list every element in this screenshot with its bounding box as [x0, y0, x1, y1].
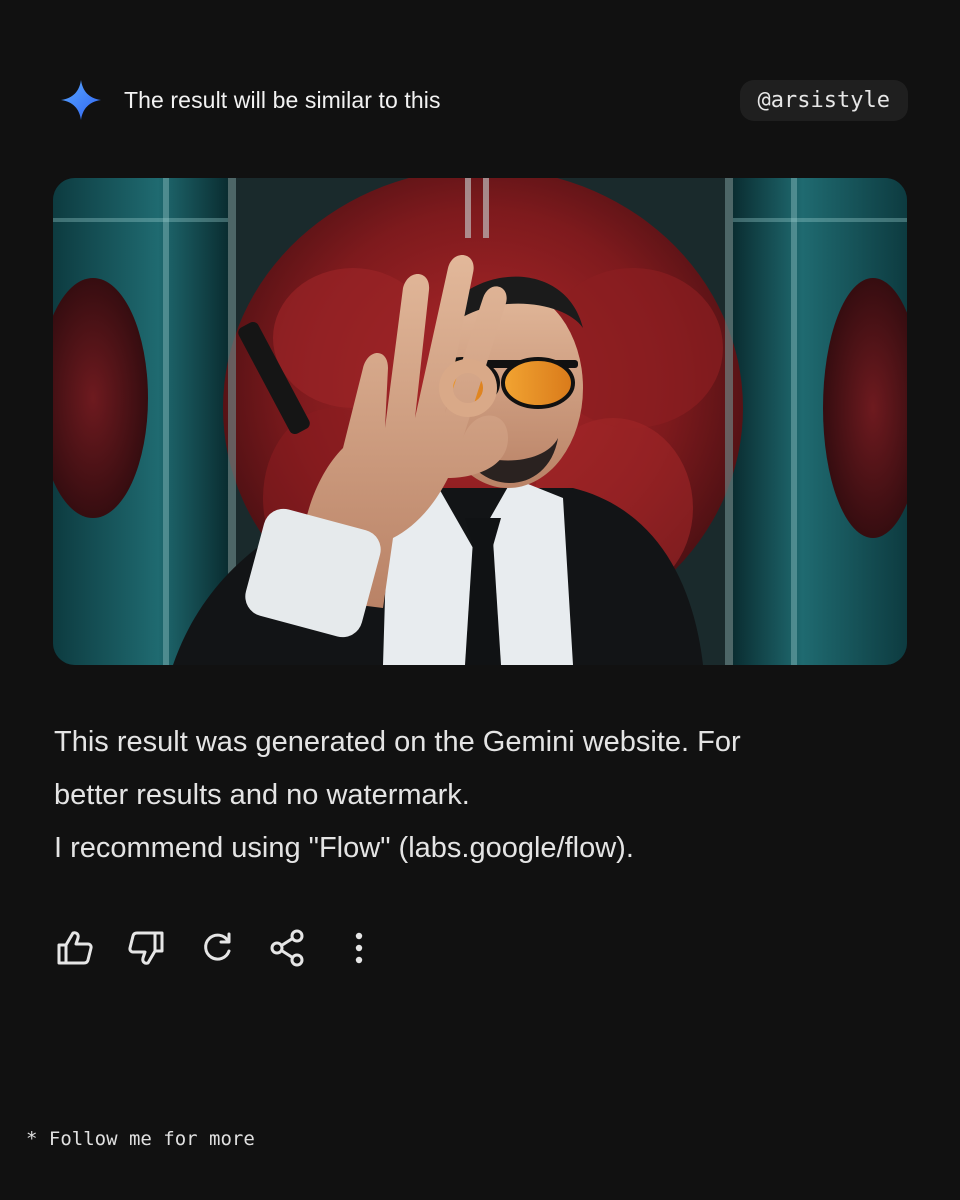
message-line-3: I recommend using "Flow" (labs.google/fl…	[54, 832, 634, 864]
response-message: This result was generated on the Gemini …	[54, 716, 914, 875]
result-photo	[53, 178, 907, 665]
follow-footer: * Follow me for more	[26, 1128, 255, 1150]
generated-result-image[interactable]	[53, 178, 907, 665]
message-line-2: better results and no watermark.	[54, 779, 470, 811]
header: The result will be similar to this @arsi…	[60, 78, 908, 122]
thumbs-down-button[interactable]	[125, 927, 167, 969]
thumbs-down-icon	[128, 931, 164, 965]
more-vertical-icon	[355, 932, 363, 964]
response-actions	[54, 926, 409, 970]
more-options-button[interactable]	[338, 927, 380, 969]
share-button[interactable]	[267, 927, 309, 969]
regenerate-button[interactable]	[196, 927, 238, 969]
author-handle-badge[interactable]: @arsistyle	[739, 79, 908, 121]
gemini-sparkle-icon	[61, 80, 101, 120]
page-title: The result will be similar to this	[124, 86, 441, 113]
message-line-1: This result was generated on the Gemini …	[54, 726, 741, 758]
share-icon	[270, 929, 304, 967]
regenerate-icon	[204, 932, 231, 961]
thumbs-up-icon	[57, 931, 93, 965]
thumbs-up-button[interactable]	[54, 927, 96, 969]
